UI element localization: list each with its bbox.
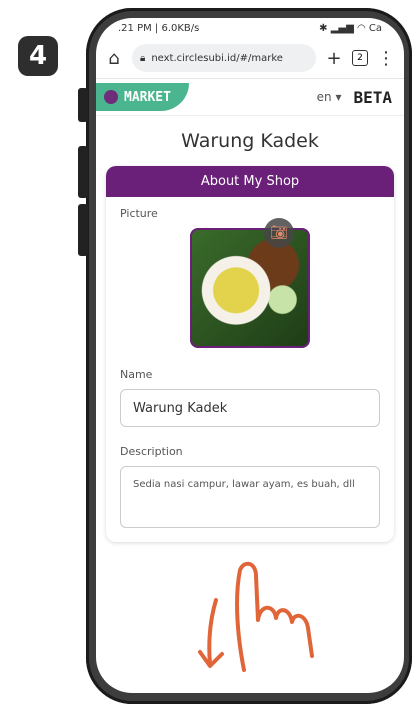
name-label: Name: [120, 368, 153, 381]
swipe-down-gesture-icon: [198, 561, 314, 672]
chevron-down-icon: ▾: [335, 90, 342, 104]
brand-name: MARKET: [124, 89, 171, 105]
phone-side-button: [78, 146, 88, 198]
battery-icon: Ca: [368, 22, 382, 34]
status-left: .21 PM | 6.0KB/s: [118, 22, 200, 34]
card-header: About My Shop: [106, 166, 394, 197]
page-title: Warung Kadek: [181, 130, 319, 152]
picture-label: Picture: [120, 207, 158, 220]
brand-logo-icon: [104, 90, 118, 104]
beta-label: BETA: [353, 87, 392, 107]
phone-side-button: [78, 88, 88, 122]
tab-switcher[interactable]: 2: [352, 50, 368, 66]
wifi-icon: ◠: [356, 22, 366, 34]
bluetooth-icon: ✱: [319, 22, 328, 34]
url-text: next.circlesubi.id/#/marke: [151, 52, 283, 64]
description-input[interactable]: Sedia nasi campur, lawar ayam, es buah, …: [120, 466, 380, 528]
signal-icon: ▂▄▆: [330, 22, 354, 34]
language-selector[interactable]: en ▾: [317, 90, 342, 104]
browser-toolbar: ⌂ 🔒︎ next.circlesubi.id/#/marke + 2 ⋮: [96, 38, 404, 79]
home-icon[interactable]: ⌂: [104, 48, 124, 69]
new-tab-icon[interactable]: +: [324, 48, 344, 69]
address-bar[interactable]: 🔒︎ next.circlesubi.id/#/marke: [132, 44, 316, 72]
app-header: MARKET en ▾ BETA: [96, 79, 404, 116]
description-label: Description: [120, 445, 183, 458]
status-bar: .21 PM | 6.0KB/s ✱ ▂▄▆ ◠ Ca: [96, 18, 404, 38]
name-input[interactable]: Warung Kadek: [120, 389, 380, 427]
lock-icon: 🔒︎: [140, 52, 146, 64]
more-menu-icon[interactable]: ⋮: [376, 48, 396, 69]
brand-badge[interactable]: MARKET: [96, 83, 189, 111]
language-value: en: [316, 90, 332, 104]
about-shop-card: About My Shop Picture 📷︎ Name Warung Kad…: [106, 166, 394, 542]
camera-icon[interactable]: 📷︎: [264, 218, 294, 248]
shop-picture[interactable]: [190, 228, 310, 348]
status-right: ✱ ▂▄▆ ◠ Ca: [319, 23, 382, 34]
phone-side-button: [78, 204, 88, 256]
step-badge: 4: [18, 36, 58, 76]
